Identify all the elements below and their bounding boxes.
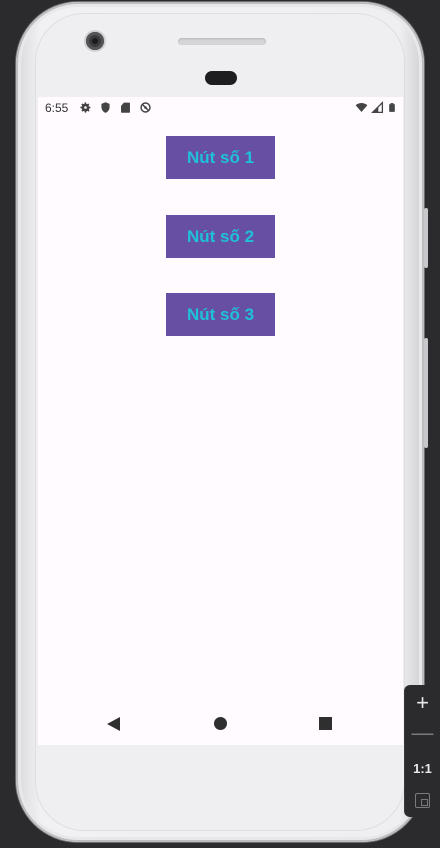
status-notification-icons [79, 101, 152, 114]
fit-to-window-button[interactable] [405, 785, 440, 815]
fit-to-window-icon [415, 792, 430, 808]
status-time: 6:55 [45, 101, 69, 115]
button-1[interactable]: Nút số 1 [166, 136, 275, 179]
shield-icon [101, 102, 110, 113]
actual-size-button[interactable]: 1:1 [405, 753, 440, 783]
status-bar: 6:55 [38, 97, 403, 119]
zoom-out-button[interactable]: — [405, 718, 440, 748]
button-2[interactable]: Nút số 2 [166, 215, 275, 258]
earpiece-speaker [178, 38, 266, 45]
emulator-zoom-toolbar: + — 1:1 [405, 685, 440, 817]
battery-icon [389, 103, 395, 112]
status-system-icons [355, 101, 397, 114]
home-icon[interactable] [214, 717, 227, 730]
device-screen: 6:55 Nút số 1 Nút số 2 Nút số 3 [38, 97, 403, 745]
back-icon[interactable] [107, 717, 120, 731]
sd-card-icon [121, 102, 130, 113]
gear-icon [80, 102, 91, 113]
proximity-sensor [205, 71, 237, 85]
navigation-bar [38, 703, 403, 745]
front-camera [86, 32, 104, 50]
zoom-in-button[interactable]: + [405, 688, 440, 718]
volume-button[interactable] [424, 338, 428, 448]
wifi-icon [355, 103, 368, 112]
power-button[interactable] [424, 208, 428, 268]
signal-icon [371, 101, 384, 114]
button-3[interactable]: Nút số 3 [166, 293, 275, 336]
recents-icon[interactable] [319, 717, 332, 730]
emulator-stage: 6:55 Nút số 1 Nút số 2 Nút số 3 + — 1:1 [0, 0, 440, 848]
no-sync-icon [140, 102, 151, 113]
